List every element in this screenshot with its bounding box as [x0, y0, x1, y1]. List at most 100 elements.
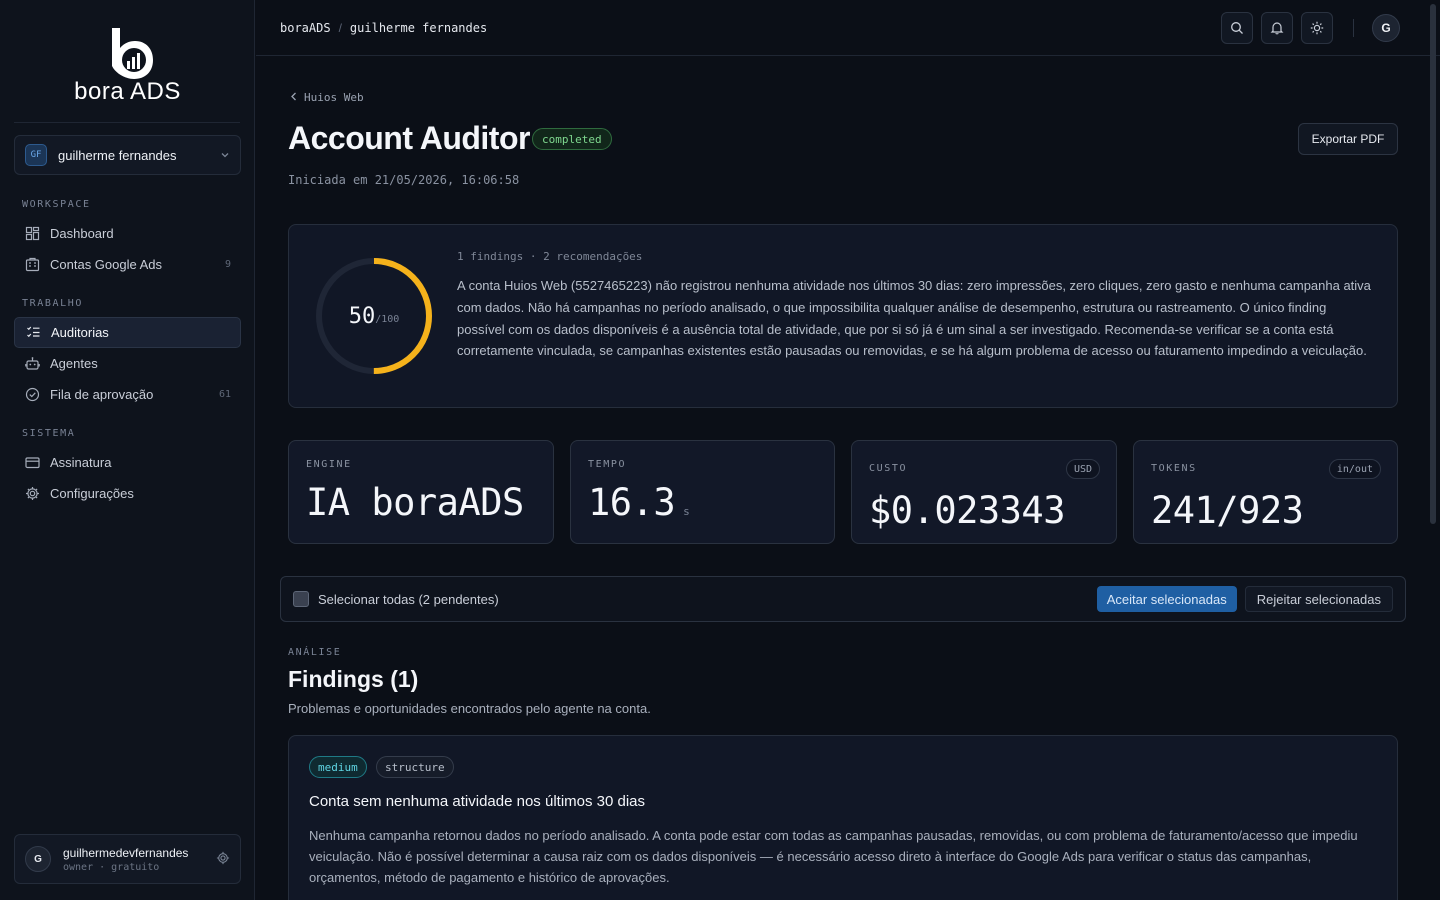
sidebar-item-label: Fila de aprovação: [50, 387, 154, 402]
finding-card: medium structure Conta sem nenhuma ativi…: [288, 735, 1398, 900]
stat-unit: s: [683, 505, 690, 518]
user-avatar-button[interactable]: G: [1372, 14, 1400, 42]
findings-subtitle: Problemas e oportunidades encontrados pe…: [288, 701, 651, 716]
select-all-label[interactable]: Selecionar todas (2 pendentes): [318, 592, 1097, 607]
sidebar-item-contas-google-ads[interactable]: Contas Google Ads 9: [14, 249, 241, 280]
section-label-trabalho: TRABALHO: [22, 298, 83, 309]
stat-card-tokens: TOKENS in/out 241/923: [1133, 440, 1398, 544]
user-name: guilhermedevfernandes: [63, 845, 189, 860]
workspace-avatar: GF: [25, 144, 47, 166]
breadcrumb-item-root[interactable]: boraADS: [280, 21, 331, 35]
select-all-checkbox[interactable]: [293, 591, 309, 607]
stat-label: TEMPO: [588, 459, 627, 470]
back-link[interactable]: Huios Web: [290, 91, 364, 104]
section-label-workspace: WORKSPACE: [22, 199, 91, 210]
building-icon: [24, 257, 40, 273]
sidebar-item-agentes[interactable]: Agentes: [14, 348, 241, 379]
sidebar-item-label: Contas Google Ads: [50, 257, 163, 272]
score-card: 50/100 1 findings · 2 recomendações A co…: [288, 224, 1398, 408]
section-label-sistema: SISTEMA: [22, 428, 76, 439]
sidebar-item-label: Agentes: [50, 356, 98, 371]
sidebar-divider: [14, 122, 240, 123]
sidebar-item-count: 9: [224, 259, 231, 270]
dashboard-icon: [24, 226, 40, 242]
stat-value: $0.023343: [869, 489, 1065, 532]
score-label: 50/100: [313, 255, 435, 377]
sidebar-item-count: 61: [218, 389, 231, 400]
workspace-name: guilherme fernandes: [58, 147, 177, 163]
check-circle-icon: [24, 387, 40, 403]
breadcrumb-separator: /: [338, 20, 342, 35]
notifications-button[interactable]: [1261, 12, 1293, 44]
findings-meta: 1 findings · 2 recomendações: [457, 250, 643, 263]
robot-icon: [24, 356, 40, 372]
started-timestamp: Iniciada em 21/05/2026, 16:06:58: [288, 173, 520, 187]
brand-logo[interactable]: bora ADS: [0, 22, 255, 112]
audit-summary: A conta Huios Web (5527465223) não regis…: [457, 278, 1371, 359]
status-badge: completed: [532, 128, 612, 150]
stat-card-custo: CUSTO USD $0.023343: [851, 440, 1117, 544]
user-card[interactable]: G guilhermedevfernandes owner · gratuito: [14, 834, 241, 884]
sidebar-item-label: Assinatura: [50, 455, 112, 470]
topbar: boraADS / guilherme fernandes G: [256, 0, 1440, 56]
scrollbar-thumb[interactable]: [1430, 4, 1436, 524]
stat-value: 16.3 s: [588, 481, 690, 524]
workspace-selector[interactable]: GF guilherme fernandes: [14, 135, 241, 175]
stat-value-text: IA boraADS: [306, 481, 524, 524]
stat-label: ENGINE: [306, 459, 352, 470]
export-pdf-button[interactable]: Exportar PDF: [1298, 123, 1398, 155]
user-avatar: G: [25, 846, 51, 872]
stat-label: TOKENS: [1151, 463, 1197, 474]
section-eyebrow: ANÁLISE: [288, 647, 342, 658]
severity-badge: medium: [309, 756, 367, 778]
findings-title: Findings (1): [288, 666, 419, 692]
page-title: Account Auditor: [288, 120, 530, 156]
stat-card-tempo: TEMPO 16.3 s: [570, 440, 835, 544]
score-max: /100: [375, 313, 400, 325]
topbar-actions: G: [1213, 12, 1400, 44]
sun-icon: [1310, 21, 1324, 35]
sidebar-item-configuracoes[interactable]: Configurações: [14, 478, 241, 509]
search-button[interactable]: [1221, 12, 1253, 44]
sidebar-item-label: Auditorias: [51, 325, 109, 340]
stat-card-engine: ENGINE IA boraADS: [288, 440, 554, 544]
list-check-icon: [25, 325, 41, 341]
stat-value-text: 241/923: [1151, 489, 1304, 532]
sidebar: bora ADS GF guilherme fernandes WORKSPAC…: [0, 0, 255, 900]
stat-chip-in-out: in/out: [1328, 459, 1381, 479]
gear-icon: [24, 486, 40, 502]
sidebar-item-dashboard[interactable]: Dashboard: [14, 218, 241, 249]
search-icon: [1231, 22, 1243, 34]
topbar-divider: [1353, 19, 1354, 37]
stat-value: 241/923: [1151, 489, 1304, 532]
chevron-left-icon: [291, 92, 296, 101]
reject-selected-button[interactable]: Rejeitar selecionadas: [1244, 586, 1393, 612]
bell-icon: [1270, 22, 1284, 35]
user-info: guilhermedevfernandes owner · gratuito: [63, 846, 216, 873]
sidebar-item-label: Configurações: [50, 486, 134, 501]
brand-name: bora ADS: [74, 78, 181, 105]
back-link-label: Huios Web: [304, 91, 364, 104]
bulk-selection-bar: Selecionar todas (2 pendentes) Aceitar s…: [280, 576, 1406, 622]
user-settings-gear-icon[interactable]: [216, 851, 230, 868]
sidebar-item-assinatura[interactable]: Assinatura: [14, 447, 241, 478]
sidebar-item-fila-de-aprovacao[interactable]: Fila de aprovação 61: [14, 379, 241, 410]
stat-value: IA boraADS: [306, 481, 524, 524]
score-value: 50: [348, 303, 376, 329]
sidebar-item-label: Dashboard: [50, 226, 114, 241]
stat-value-text: $0.023343: [869, 489, 1065, 532]
bora-logo-icon: [111, 28, 153, 79]
category-badge: structure: [376, 756, 454, 778]
user-role: owner · gratuito: [63, 861, 160, 873]
chevron-down-icon: [221, 153, 229, 158]
stat-chip-currency: USD: [1065, 459, 1100, 479]
credit-card-icon: [24, 455, 40, 471]
theme-toggle-button[interactable]: [1301, 12, 1333, 44]
stat-label: CUSTO: [869, 463, 908, 474]
finding-description: Nenhuma campanha retornou dados no perío…: [309, 828, 1358, 885]
accept-selected-button[interactable]: Aceitar selecionadas: [1096, 586, 1237, 612]
sidebar-item-auditorias[interactable]: Auditorias: [14, 317, 241, 348]
finding-title: Conta sem nenhuma atividade nos últimos …: [309, 793, 646, 810]
stat-value-text: 16.3: [588, 481, 676, 524]
breadcrumb-item-workspace[interactable]: guilherme fernandes: [350, 21, 487, 35]
